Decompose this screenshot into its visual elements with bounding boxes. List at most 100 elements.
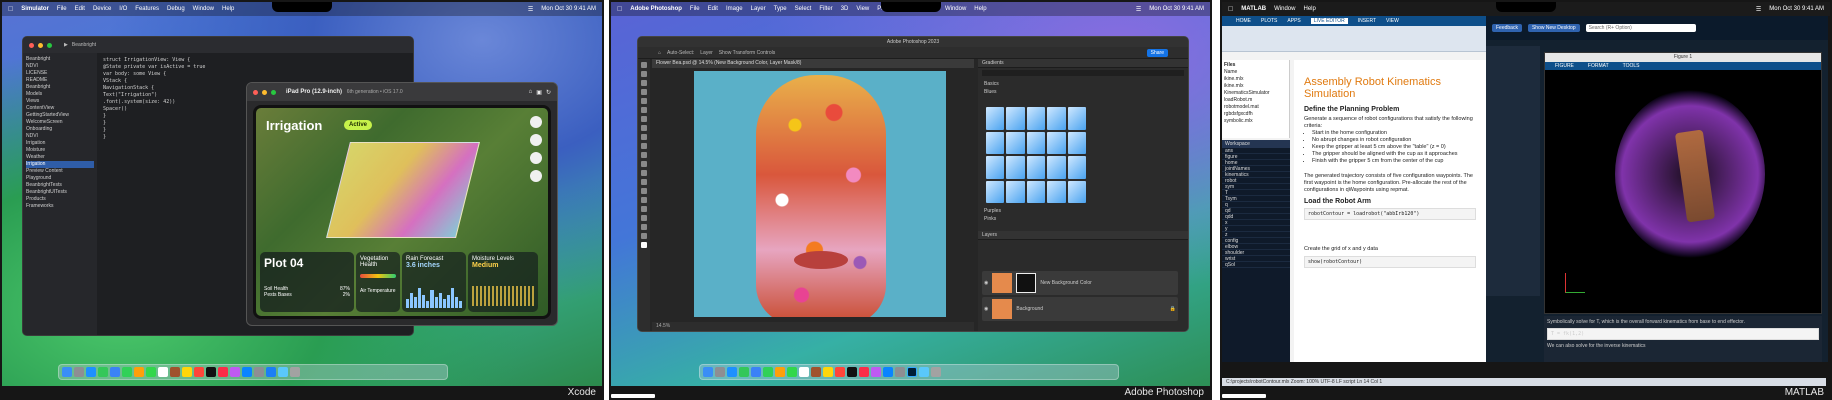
status-badge[interactable]: Active xyxy=(344,120,373,130)
appstore-icon[interactable] xyxy=(242,367,252,377)
file-item[interactable]: loadRobot.m xyxy=(1224,97,1287,104)
eraser-icon[interactable] xyxy=(641,152,647,158)
menu-app-name[interactable]: MATLAB xyxy=(1241,6,1266,12)
gradient-swatch[interactable] xyxy=(986,156,1005,179)
menu-image[interactable]: Image xyxy=(726,6,743,12)
code-cell[interactable]: show(robotContour) xyxy=(1304,256,1476,268)
gradient-swatch[interactable] xyxy=(1026,131,1046,154)
menu-clock[interactable]: Mon Oct 30 9:41 AM xyxy=(541,6,596,12)
clone-stamp-icon[interactable] xyxy=(641,134,647,140)
facetime-icon[interactable] xyxy=(146,367,156,377)
messages-icon[interactable] xyxy=(739,367,749,377)
contacts-icon[interactable] xyxy=(170,367,180,377)
minimize-icon[interactable] xyxy=(262,89,267,95)
tab-live-editor[interactable]: LIVE EDITOR xyxy=(1310,18,1348,24)
minimize-icon[interactable] xyxy=(38,42,43,48)
nav-item[interactable]: Irrigation xyxy=(26,140,94,147)
menu-features[interactable]: Features xyxy=(135,6,159,12)
gradient-group[interactable]: Basics xyxy=(978,80,1188,88)
menu-type[interactable]: Type xyxy=(774,6,787,12)
eye-icon[interactable]: ◉ xyxy=(984,306,988,312)
gradients-header[interactable]: Gradients xyxy=(978,59,1188,68)
rotate-icon[interactable]: ↻ xyxy=(546,89,551,96)
healing-brush-icon[interactable] xyxy=(641,116,647,122)
moisture-card[interactable]: Moisture Levels Medium xyxy=(468,252,538,312)
nav-item[interactable]: Frameworks xyxy=(26,203,94,210)
calendar-icon[interactable] xyxy=(158,367,168,377)
history-brush-icon[interactable] xyxy=(641,143,647,149)
brush-tool-icon[interactable] xyxy=(641,125,647,131)
live-script[interactable]: Assembly Robot Kinematics Simulation Def… xyxy=(1294,60,1486,362)
eye-icon[interactable]: ◉ xyxy=(984,280,988,286)
gradient-swatch[interactable] xyxy=(1026,107,1046,130)
podcasts-icon[interactable] xyxy=(230,367,240,377)
auto-select-label[interactable]: Auto-Select: xyxy=(667,50,694,56)
nav-item[interactable]: BeanbrightUITests xyxy=(26,189,94,196)
settings-icon[interactable] xyxy=(254,367,264,377)
xcode-icon[interactable] xyxy=(266,367,276,377)
messages-icon[interactable] xyxy=(98,367,108,377)
gradient-swatch[interactable] xyxy=(1047,131,1066,154)
tab-view[interactable]: VIEW xyxy=(1386,18,1399,24)
nav-item[interactable]: Onboarding xyxy=(26,126,94,133)
horizontal-scrollbar[interactable] xyxy=(1222,394,1266,398)
menu-view[interactable]: View xyxy=(856,6,869,12)
layer-mask-thumbnail[interactable] xyxy=(1016,273,1037,293)
zoom-icon[interactable] xyxy=(271,89,276,95)
finder-icon[interactable] xyxy=(703,367,713,377)
mail-icon[interactable] xyxy=(751,367,761,377)
rain-forecast-card[interactable]: Rain Forecast 3.6 inches xyxy=(402,252,466,312)
wifi-icon[interactable]: ☰ xyxy=(1136,6,1141,13)
layer-row[interactable]: ◉ Background 🔒 xyxy=(982,297,1178,321)
menu-app-name[interactable]: Simulator xyxy=(21,6,49,12)
figure-tab[interactable]: TOOLS xyxy=(1623,63,1640,69)
menu-help[interactable]: Help xyxy=(974,6,986,12)
nav-item[interactable]: Moisture xyxy=(26,147,94,154)
play-icon[interactable]: ▶ xyxy=(64,42,68,48)
contacts-icon[interactable] xyxy=(811,367,821,377)
gradient-swatch[interactable] xyxy=(1047,156,1066,179)
menu-filter[interactable]: Filter xyxy=(819,6,832,12)
tv-icon[interactable] xyxy=(847,367,857,377)
tab-insert[interactable]: INSERT xyxy=(1358,18,1376,24)
workspace-header[interactable]: Workspace xyxy=(1222,140,1290,148)
nav-item[interactable]: README xyxy=(26,77,94,84)
zoom-icon[interactable] xyxy=(47,42,52,48)
menu-help[interactable]: Help xyxy=(222,6,234,12)
gradient-group[interactable]: Pinks xyxy=(978,215,996,223)
menu-file[interactable]: File xyxy=(690,6,700,12)
figure-tab[interactable]: FIGURE xyxy=(1555,63,1574,69)
gradient-tool-icon[interactable] xyxy=(641,161,647,167)
gradient-swatch[interactable] xyxy=(1026,180,1046,203)
settings-icon[interactable] xyxy=(895,367,905,377)
nav-item[interactable]: Models xyxy=(26,91,94,98)
reminders-icon[interactable] xyxy=(835,367,845,377)
document-tab[interactable]: Flower Bea.psd @ 14.5% (New Background C… xyxy=(652,59,974,68)
facetime-icon[interactable] xyxy=(787,367,797,377)
code-cell[interactable]: robotContour = loadrobot("abbIrb120") xyxy=(1304,208,1476,220)
horizontal-scrollbar[interactable] xyxy=(611,394,655,398)
menu-window[interactable]: Window xyxy=(1274,6,1295,12)
apple-icon[interactable]:  xyxy=(1228,6,1233,13)
safari-icon[interactable] xyxy=(727,367,737,377)
launchpad-icon[interactable] xyxy=(715,367,725,377)
podcasts-icon[interactable] xyxy=(871,367,881,377)
home-icon[interactable]: ⌂ xyxy=(529,89,533,95)
gradient-swatch[interactable] xyxy=(1047,107,1066,130)
menu-clock[interactable]: Mon Oct 30 9:41 AM xyxy=(1769,6,1824,12)
magic-wand-icon[interactable] xyxy=(641,89,647,95)
gradient-swatch[interactable] xyxy=(1006,107,1025,130)
nav-item[interactable]: WelcomeScreen xyxy=(26,119,94,126)
file-item[interactable]: KinematicsSimulator xyxy=(1224,90,1287,97)
photos-icon[interactable] xyxy=(775,367,785,377)
move-tool-icon[interactable] xyxy=(641,62,647,68)
image-canvas[interactable] xyxy=(694,71,946,317)
maps-icon[interactable] xyxy=(763,367,773,377)
notes-icon[interactable] xyxy=(182,367,192,377)
close-icon[interactable] xyxy=(253,89,258,95)
gradient-group[interactable]: Purples xyxy=(978,207,1001,215)
share-button[interactable]: Share xyxy=(1146,48,1168,57)
nav-item[interactable]: Preview Content xyxy=(26,168,94,175)
layers-icon[interactable] xyxy=(530,116,542,128)
nav-item[interactable]: NDVI xyxy=(26,63,94,70)
